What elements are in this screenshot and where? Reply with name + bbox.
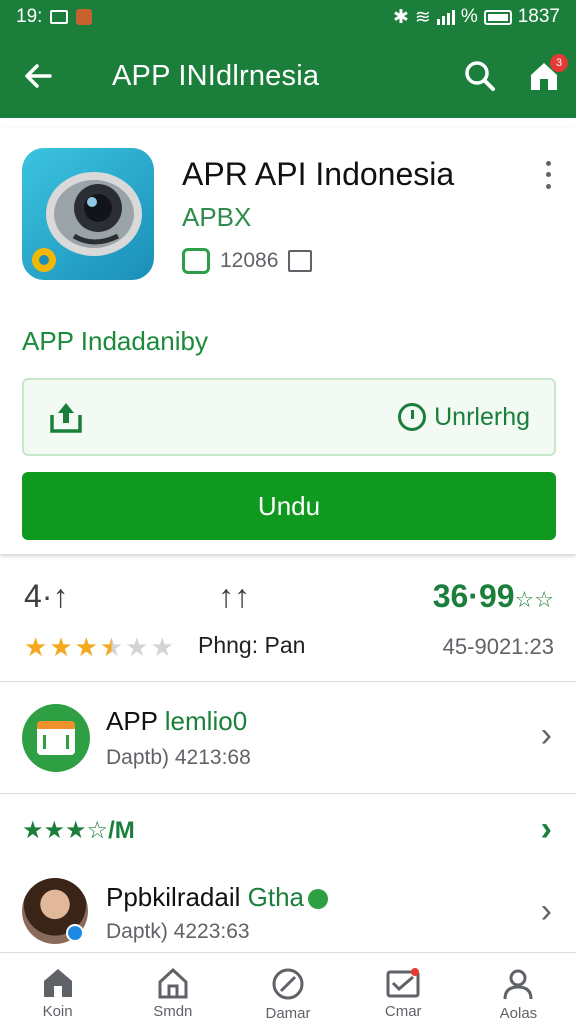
search-button[interactable] xyxy=(448,34,512,118)
screenshot-icon xyxy=(50,10,69,24)
app-icon[interactable] xyxy=(22,148,154,280)
app-tagline: APP Indadaniby xyxy=(22,326,208,356)
battery-icon xyxy=(483,9,512,25)
list-item[interactable]: APP lemlio0 Daptb) 4213:68 › xyxy=(0,682,576,794)
content-rating-icon xyxy=(182,248,210,274)
rating-stars: ★ ★ ★ ★ ★ ★ xyxy=(24,632,174,663)
star-icon: ★ xyxy=(74,632,98,662)
verified-badge-icon xyxy=(66,924,84,942)
star-icon: ★ xyxy=(24,632,48,662)
chevron-right-icon[interactable]: › xyxy=(541,812,552,846)
star-icon: ★ xyxy=(49,632,73,662)
search-icon xyxy=(465,61,495,91)
update-panel[interactable]: Unrlerhg xyxy=(22,378,556,456)
app-size: 12086 xyxy=(220,249,279,272)
chevron-right-icon: › xyxy=(540,716,552,754)
nav-item-explore[interactable]: Damar xyxy=(230,953,345,1024)
camera-robot-icon xyxy=(32,172,142,272)
star-empty-icon: ★ xyxy=(125,632,149,662)
notification-icon xyxy=(76,9,93,25)
app-name: APR API Indonesia xyxy=(182,156,455,192)
half-star-icon: ★ xyxy=(99,632,124,662)
status-bar: 19: ✱ ≋ % 1837 xyxy=(0,0,576,34)
home-outline-icon xyxy=(158,967,188,999)
arrow-back-icon xyxy=(25,64,52,88)
nav-item-home[interactable]: Koin xyxy=(0,953,115,1024)
signal-icon xyxy=(436,9,455,25)
person-icon xyxy=(503,969,533,1000)
battery-percent: % xyxy=(460,6,478,27)
upload-icon xyxy=(50,403,82,433)
wifi-icon: ≋ xyxy=(414,6,431,28)
status-clock: 1837 xyxy=(517,6,560,27)
star-empty-icon: ★ xyxy=(150,632,174,662)
update-status-label: Unrlerhg xyxy=(434,402,530,431)
reviewer-name[interactable]: Ppbkilradail Gtha xyxy=(106,882,329,913)
downloads-value: ↑↑ xyxy=(218,578,250,614)
category-label: Phng: Pan xyxy=(198,632,306,658)
app-bar: APP INIdlrnesia 3 xyxy=(0,34,576,118)
install-button[interactable]: Undu xyxy=(22,472,556,540)
row-title: APP lemlio0 xyxy=(106,706,248,736)
compass-icon xyxy=(272,968,304,1000)
back-button[interactable] xyxy=(0,34,76,118)
rating-value: 4·↑ xyxy=(24,578,69,614)
status-time: 19: xyxy=(16,6,43,27)
row-subtitle: Daptb) 4213:68 xyxy=(106,746,251,769)
check-badge-icon xyxy=(308,889,329,910)
app-meta: 12086 xyxy=(182,248,313,274)
reviews-value: 36·99☆☆ xyxy=(432,578,554,614)
inbox-icon xyxy=(386,968,420,998)
reviews-section: ★★★☆/M › Ppbkilradail Gtha Daptk) 4223:6… xyxy=(0,794,576,952)
info-box-icon xyxy=(288,250,313,272)
app-detail-card: APR API Indonesia APBX 12086 APP Indadan… xyxy=(0,128,576,554)
clock-icon xyxy=(398,403,427,431)
store-button[interactable]: 3 xyxy=(512,34,576,118)
bottom-navigation: Koin Smdn Damar Cmar Aolas xyxy=(0,952,576,1024)
nav-item-store[interactable]: Smdn xyxy=(115,953,230,1024)
stats-section: 4·↑ ↑↑ 36·99☆☆ ★ ★ ★ ★ ★ ★ Phng: Pan 45-9021:… xyxy=(0,574,576,682)
chevron-right-icon[interactable]: › xyxy=(541,894,552,928)
home-icon xyxy=(43,969,72,997)
more-options-icon[interactable] xyxy=(536,158,560,192)
calendar-app-icon xyxy=(22,704,90,772)
notification-badge: 3 xyxy=(550,54,568,72)
section-header[interactable]: ★★★☆/M xyxy=(22,816,135,845)
bluetooth-icon: ✱ xyxy=(392,6,409,28)
app-developer[interactable]: APBX xyxy=(182,202,251,233)
nav-item-account[interactable]: Aolas xyxy=(461,953,576,1024)
nav-item-inbox[interactable]: Cmar xyxy=(346,953,461,1024)
stat-date: 45-9021:23 xyxy=(442,634,554,659)
page-title: APP INIdlrnesia xyxy=(112,59,320,92)
review-date: Daptk) 4223:63 xyxy=(106,920,250,943)
